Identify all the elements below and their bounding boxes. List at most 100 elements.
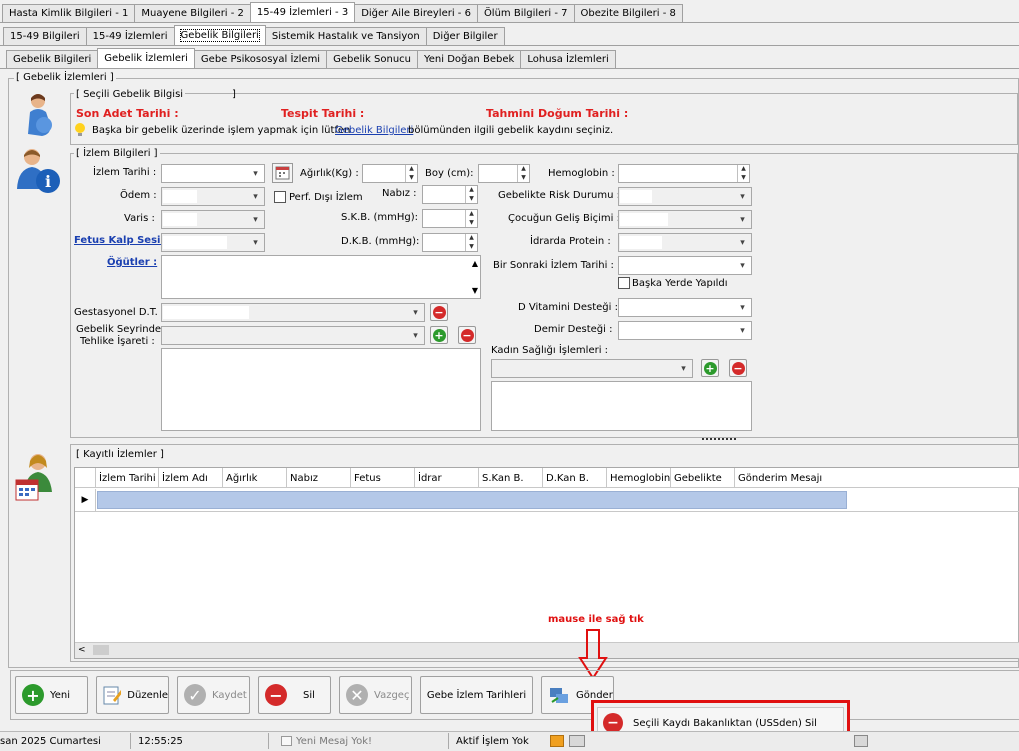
nabiz-spinner[interactable]: ▲ ▼ (422, 185, 478, 204)
remove-kadin-sagligi-button[interactable]: − (729, 359, 747, 377)
baska-yerde-checkbox[interactable] (618, 277, 630, 289)
spin-up-icon[interactable]: ▲ (406, 165, 417, 174)
scroll-up-icon[interactable]: ▲ (472, 259, 478, 268)
tab-gebe-psikososyal[interactable]: Gebe Psikososyal İzlemi (193, 50, 328, 68)
remove-gestasyonel-button[interactable]: − (430, 303, 448, 321)
tab-olum[interactable]: Ölüm Bilgileri - 7 (476, 4, 575, 22)
spin-down-icon[interactable]: ▼ (518, 174, 529, 183)
col-hemoglobin[interactable]: Hemoglobin (607, 468, 671, 488)
add-kadin-sagligi-button[interactable]: + (701, 359, 719, 377)
izlem-tarihi-input[interactable]: ▾ (161, 164, 265, 183)
camera-icon[interactable] (569, 735, 585, 747)
agirlik-spinner[interactable]: ▲ ▼ (362, 164, 418, 183)
col-nabiz[interactable]: Nabız (287, 468, 351, 488)
spin-down-icon[interactable]: ▼ (466, 243, 477, 252)
idrar-protein-select[interactable]: ▾ (618, 233, 752, 252)
spin-down-icon[interactable]: ▼ (406, 174, 417, 183)
divider (0, 68, 1019, 69)
col-gebelikte[interactable]: Gebelikte (671, 468, 735, 488)
col-agirlik[interactable]: Ağırlık (223, 468, 287, 488)
spin-up-icon[interactable]: ▲ (466, 234, 477, 243)
fetus-kalp-select[interactable]: ▾ (161, 233, 265, 252)
tab-gebelik-izlemleri[interactable]: Gebelik İzlemleri (97, 48, 195, 68)
ogutler-link[interactable]: Öğütler : (107, 257, 157, 268)
tab-gebelik-sonucu[interactable]: Gebelik Sonucu (326, 50, 418, 68)
scroll-thumb[interactable] (93, 645, 109, 655)
tab-gebelik-bilgileri-inner[interactable]: Gebelik Bilgileri (6, 50, 99, 68)
gebelik-bilgileri-link[interactable]: Gebelik Bilgileri (335, 125, 413, 136)
tab-muayene[interactable]: Muayene Bilgileri - 2 (134, 4, 251, 22)
spinner-buttons[interactable]: ▲ ▼ (465, 210, 477, 227)
spin-up-icon[interactable]: ▲ (518, 165, 529, 174)
tab-hasta-kimlik[interactable]: Hasta Kimlik Bilgileri - 1 (2, 4, 136, 22)
svg-text:i: i (45, 172, 51, 191)
table-row[interactable] (97, 491, 847, 509)
spin-up-icon[interactable]: ▲ (466, 186, 477, 195)
splitter-grip[interactable] (702, 438, 736, 441)
gestasyonel-select[interactable]: ▾ (161, 303, 425, 322)
duzenle-button[interactable]: Düzenle (96, 676, 169, 714)
col-s-kan[interactable]: S.Kan B. (479, 468, 543, 488)
spinner-buttons[interactable]: ▲ ▼ (405, 165, 417, 182)
tab-gebelik-bilgileri[interactable]: Gebelik Bilgileri (173, 25, 266, 45)
col-idrar[interactable]: İdrar (415, 468, 479, 488)
cocuk-gelis-select[interactable]: ▾ (618, 210, 752, 229)
col-gonderim[interactable]: Gönderim Mesajı (735, 468, 847, 488)
risk-select[interactable]: ▾ (618, 187, 752, 206)
tab-yeni-dogan[interactable]: Yeni Doğan Bebek (417, 50, 522, 68)
horizontal-scrollbar[interactable]: < (75, 642, 1019, 658)
spin-down-icon[interactable]: ▼ (738, 174, 749, 183)
tab-15-49-izlemleri[interactable]: 15-49 İzlemleri - 3 (249, 2, 356, 22)
envelope-icon[interactable] (550, 735, 564, 747)
dkb-spinner[interactable]: ▲ ▼ (422, 233, 478, 252)
tehlike-select[interactable]: ▾ (161, 326, 425, 345)
tab-diger-aile[interactable]: Diğer Aile Bireyleri - 6 (354, 4, 478, 22)
scroll-left-icon[interactable]: < (78, 645, 86, 655)
remove-tehlike-button[interactable]: − (458, 326, 476, 344)
boy-spinner[interactable]: ▲ ▼ (478, 164, 530, 183)
kaydet-button[interactable]: ✓ Kaydet (177, 676, 250, 714)
spin-down-icon[interactable]: ▼ (466, 219, 477, 228)
tray-icon[interactable] (854, 735, 868, 747)
spin-up-icon[interactable]: ▲ (738, 165, 749, 174)
yeni-button[interactable]: + Yeni (15, 676, 88, 714)
tab-15-49-izlemleri-sub[interactable]: 15-49 İzlemleri (85, 27, 175, 45)
kadin-sagligi-select[interactable]: ▾ (491, 359, 693, 378)
tehlike-list[interactable] (161, 348, 481, 431)
hemoglobin-spinner[interactable]: ▲ ▼ (618, 164, 750, 183)
ogutler-textarea[interactable]: ▲ ▼ (161, 255, 481, 299)
spin-down-icon[interactable]: ▼ (466, 195, 477, 204)
tab-lohusa[interactable]: Lohusa İzlemleri (520, 50, 616, 68)
kadin-sagligi-list[interactable] (491, 381, 752, 431)
add-tehlike-button[interactable]: + (430, 326, 448, 344)
tab-diger-bilgiler[interactable]: Diğer Bilgiler (425, 27, 505, 45)
odem-select[interactable]: ▾ (161, 187, 265, 206)
col-fetus[interactable]: Fetus (351, 468, 415, 488)
tab-obezite[interactable]: Obezite Bilgileri - 8 (573, 4, 683, 22)
izlemler-grid[interactable]: İzlem Tarihi İzlem Adı Ağırlık Nabız Fet… (74, 467, 1019, 659)
skb-spinner[interactable]: ▲ ▼ (422, 209, 478, 228)
spin-up-icon[interactable]: ▲ (466, 210, 477, 219)
col-izlem-adi[interactable]: İzlem Adı (159, 468, 223, 488)
col-izlem-tarihi[interactable]: İzlem Tarihi (96, 468, 159, 488)
status-mesaj[interactable]: Yeni Mesaj Yok! (296, 732, 372, 751)
spinner-buttons[interactable]: ▲ ▼ (517, 165, 529, 182)
tab-15-49-bilgileri[interactable]: 15-49 Bilgileri (3, 27, 87, 45)
spinner-buttons[interactable]: ▲ ▼ (737, 165, 749, 182)
gebe-izlem-tarihleri-button[interactable]: Gebe İzlem Tarihleri (420, 676, 533, 714)
vazgec-button[interactable]: ✕ Vazgeç (339, 676, 412, 714)
chevron-down-icon: ▾ (681, 363, 686, 374)
spinner-buttons[interactable]: ▲ ▼ (465, 186, 477, 203)
varis-select[interactable]: ▾ (161, 210, 265, 229)
scroll-down-icon[interactable]: ▼ (472, 286, 478, 295)
sonraki-izlem-input[interactable]: ▾ (618, 256, 752, 275)
sil-button[interactable]: − Sil (258, 676, 331, 714)
col-d-kan[interactable]: D.Kan B. (543, 468, 607, 488)
tab-sistemik[interactable]: Sistemik Hastalık ve Tansiyon (264, 27, 427, 45)
spinner-buttons[interactable]: ▲ ▼ (465, 234, 477, 251)
calendar-button[interactable] (272, 163, 293, 183)
perf-disi-checkbox[interactable] (274, 191, 286, 203)
demir-select[interactable]: ▾ (618, 321, 752, 340)
fetus-kalp-link[interactable]: Fetus Kalp Sesi : (74, 235, 168, 246)
d-vitamini-select[interactable]: ▾ (618, 298, 752, 317)
